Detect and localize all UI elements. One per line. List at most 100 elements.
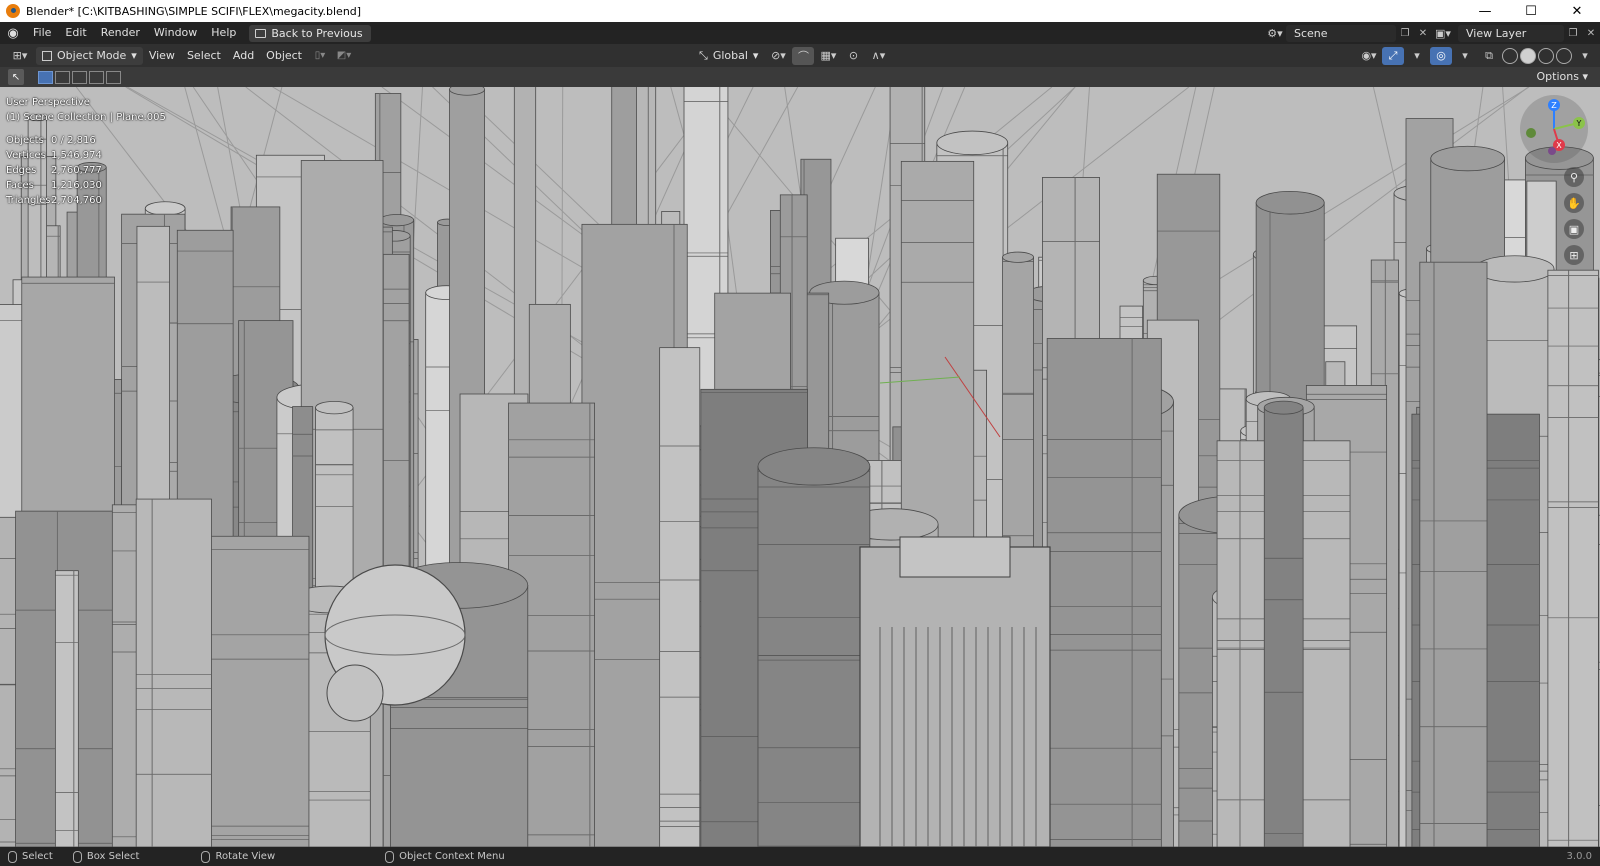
viewport-info-overlay: User Perspective (1) Scene Collection | …: [6, 95, 166, 125]
blender-version: 3.0.0: [1566, 851, 1592, 862]
screen-back-icon: [255, 28, 267, 38]
falloff-icon[interactable]: ∧▾: [867, 47, 889, 65]
stat-row: Edges 2,760,777: [6, 163, 102, 178]
3d-viewport[interactable]: User Perspective (1) Scene Collection | …: [0, 87, 1600, 847]
menu-edit[interactable]: Edit: [58, 22, 93, 44]
options-label: Options: [1536, 70, 1579, 83]
menu-window[interactable]: Window: [147, 22, 204, 44]
xray-toggle-icon[interactable]: ⧉: [1478, 47, 1500, 65]
menu-render[interactable]: Render: [94, 22, 147, 44]
status-bar: Select Box Select Rotate View Object Con…: [0, 847, 1600, 866]
wireframe-shading-icon[interactable]: [1502, 47, 1518, 64]
select-mode-invert-icon[interactable]: [89, 70, 104, 84]
select-mode-subtract-icon[interactable]: [72, 70, 87, 84]
snap-increment-icon[interactable]: ▦▾: [817, 47, 839, 65]
editor-type-icon[interactable]: ⊞▾: [4, 47, 36, 65]
orientation-icon: ⤡: [699, 48, 708, 62]
scene-name-field[interactable]: Scene: [1286, 24, 1396, 42]
blender-logo-icon[interactable]: ◉: [0, 22, 26, 44]
stat-value: 2,704,760: [51, 195, 102, 206]
menu-object[interactable]: Object: [260, 49, 308, 62]
status-rotate-label: Rotate View: [215, 851, 276, 862]
zoom-icon[interactable]: ⚲: [1564, 167, 1584, 187]
stat-label: Objects: [6, 135, 44, 146]
stat-label: Edges: [6, 165, 37, 176]
menu-select[interactable]: Select: [181, 49, 227, 62]
menu-view[interactable]: View: [143, 49, 181, 62]
scene-statistics: Objects 0 / 2,816 Vertices 1,546,974 Edges…: [6, 133, 102, 208]
stat-label: Faces: [6, 180, 34, 191]
window-titlebar: Blender* [C:\KITBASHING\SIMPLE SCIFI\FLE…: [0, 0, 1600, 22]
top-bar: ◉ File Edit Render Window Help Back to P…: [0, 22, 1600, 44]
gizmo-neg-y-axis[interactable]: [1526, 128, 1536, 138]
overlays-toggle-icon[interactable]: ◎: [1430, 46, 1452, 65]
snap-icon[interactable]: ⌒: [792, 46, 815, 65]
delete-view-layer-icon[interactable]: ✕: [1582, 25, 1600, 42]
object-mode-icon: [42, 50, 52, 61]
new-view-layer-icon[interactable]: ❐: [1564, 25, 1582, 42]
view-layer-icon[interactable]: ▣▾: [1432, 25, 1454, 41]
viewport-display-tools: ◉▾ ⤢ ▾ ◎ ▾ ⧉ ▾: [1358, 46, 1596, 65]
shading-dropdown-icon[interactable]: ▾: [1574, 47, 1596, 65]
options-dropdown[interactable]: Options ▾: [1533, 69, 1592, 85]
scene-icon[interactable]: ⚙▾: [1264, 25, 1286, 41]
pivot-point-icon[interactable]: ⊘▾: [767, 47, 789, 65]
proportional-editing-icon[interactable]: ⊙: [842, 47, 864, 65]
menu-file[interactable]: File: [26, 22, 58, 44]
stat-value: 1,546,974: [51, 150, 102, 161]
pan-hand-icon[interactable]: ✋: [1564, 193, 1584, 213]
stat-label: Triangles: [6, 195, 51, 206]
stat-row: Faces 1,216,030: [6, 178, 102, 193]
window-title: Blender* [C:\KITBASHING\SIMPLE SCIFI\FLE…: [26, 4, 362, 18]
overlays-dropdown-icon[interactable]: ▾: [1454, 47, 1476, 65]
status-rotate: Rotate View: [201, 850, 276, 863]
close-button[interactable]: ✕: [1554, 0, 1600, 22]
gizmo-neg-z-axis[interactable]: [1548, 147, 1556, 155]
mouse-drag-icon: [72, 850, 82, 863]
select-mode-intersect-icon[interactable]: [106, 70, 121, 84]
menu-add[interactable]: Add: [227, 49, 260, 62]
transform-orientation-label: Global: [712, 49, 748, 62]
gizmo-toggle-icon[interactable]: ⤢: [1382, 46, 1404, 65]
select-mode-new-icon[interactable]: [38, 70, 53, 84]
status-box-select: Box Select: [72, 850, 140, 863]
status-select: Select: [8, 850, 53, 863]
solid-shading-icon[interactable]: [1520, 47, 1536, 64]
stat-row: Triangles 2,704,760: [6, 193, 102, 208]
viewport-nav-buttons: ⚲ ✋ ▣ ⊞: [1564, 167, 1584, 265]
camera-view-icon[interactable]: ▣: [1564, 219, 1584, 239]
active-collection-text: (1) Scene Collection | Plane.005: [6, 112, 166, 123]
stat-row: Vertices 1,546,974: [6, 148, 102, 163]
mouse-middle-icon: [201, 850, 211, 863]
tool-settings-bar: ↖ Options ▾: [0, 67, 1600, 87]
select-mode-extend-icon[interactable]: [55, 70, 70, 84]
gizmo-z-label: Z: [1551, 101, 1557, 110]
rendered-shading-icon[interactable]: [1556, 47, 1572, 64]
shading-flat-icon[interactable]: ▯▾: [308, 47, 332, 65]
status-box-select-label: Box Select: [86, 851, 140, 862]
stat-value: 1,216,030: [51, 180, 102, 191]
chevron-down-icon: ▾: [131, 49, 137, 62]
back-to-previous-button[interactable]: Back to Previous: [249, 24, 371, 42]
viewport-header: ⊞▾ Object Mode ▾ View Select Add Object …: [0, 44, 1600, 67]
status-context-menu-label: Object Context Menu: [399, 851, 505, 862]
object-mode-dropdown[interactable]: Object Mode ▾: [36, 46, 143, 65]
maximize-button[interactable]: ☐: [1508, 0, 1554, 22]
transform-orientation-dropdown[interactable]: ⤡ Global ▾: [693, 47, 764, 65]
select-tool-icon[interactable]: ↖: [8, 69, 24, 85]
navigation-gizmo[interactable]: Z Y X: [1518, 93, 1590, 165]
delete-scene-icon[interactable]: ✕: [1414, 25, 1432, 42]
visibility-icon[interactable]: ◉▾: [1358, 47, 1380, 65]
perspective-grid-icon[interactable]: ⊞: [1564, 245, 1584, 265]
menu-help[interactable]: Help: [204, 22, 243, 44]
mouse-left-icon: [8, 850, 17, 863]
shading-smooth-icon[interactable]: ◩▾: [332, 47, 356, 65]
gizmo-dropdown-icon[interactable]: ▾: [1406, 47, 1428, 65]
megacity-render: [0, 87, 1600, 847]
stat-value: 2,760,777: [51, 165, 102, 176]
new-scene-icon[interactable]: ❐: [1396, 25, 1414, 42]
view-layer-field[interactable]: View Layer: [1458, 24, 1564, 42]
material-preview-icon[interactable]: [1538, 47, 1554, 64]
chevron-down-icon: ▾: [752, 49, 759, 62]
minimize-button[interactable]: —: [1462, 0, 1508, 22]
